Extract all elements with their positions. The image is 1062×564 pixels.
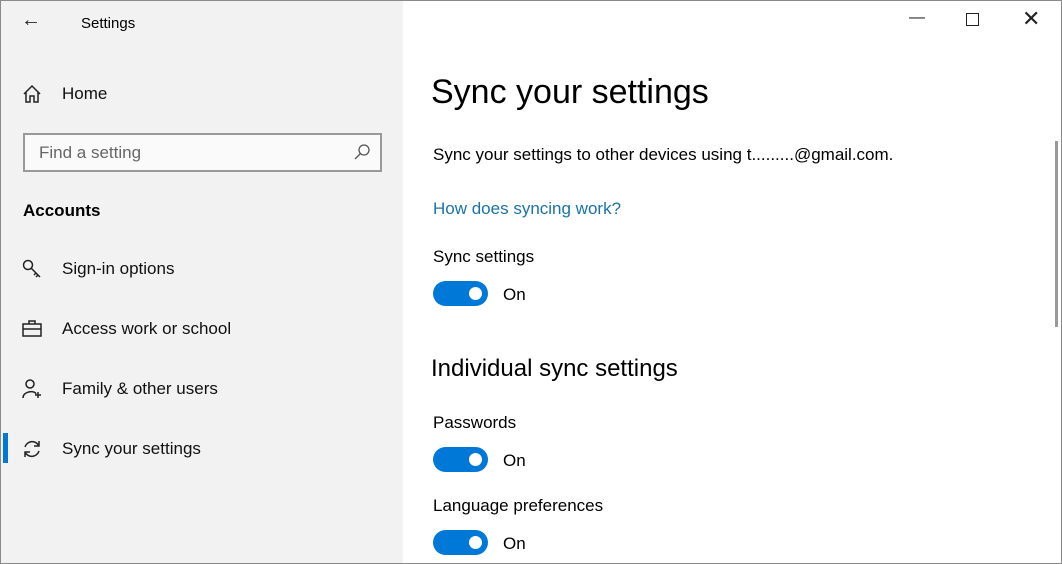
sidebar-item-label: Access work or school xyxy=(62,319,232,338)
sync-settings-toggle[interactable] xyxy=(433,281,488,306)
selected-indicator xyxy=(3,433,8,463)
section-heading: Accounts xyxy=(23,201,101,220)
sync-description: Sync your settings to other devices usin… xyxy=(433,145,894,164)
scrollbar[interactable] xyxy=(1055,141,1058,327)
sync-icon xyxy=(24,440,40,458)
passwords-state: On xyxy=(503,451,526,470)
language-preferences-toggle[interactable] xyxy=(433,530,488,555)
sidebar-item-sign-in-options[interactable]: Sign-in options xyxy=(21,258,174,280)
search-input[interactable]: Find a setting xyxy=(23,133,382,172)
back-arrow-icon[interactable]: ← xyxy=(21,9,41,32)
language-preferences-label: Language preferences xyxy=(433,496,604,515)
close-button[interactable]: ✕ xyxy=(1022,6,1040,32)
sidebar: ← Settings Home Find a setting Accounts … xyxy=(1,1,403,563)
how-syncing-works-link[interactable]: How does syncing work? xyxy=(433,199,621,219)
key-icon xyxy=(22,259,41,278)
search-icon xyxy=(354,144,370,160)
sync-settings-label: Sync settings xyxy=(433,247,535,266)
passwords-toggle[interactable] xyxy=(433,447,488,472)
main-content: — ✕ Sync your settings Sync your setting… xyxy=(403,1,1061,563)
sidebar-item-access-work[interactable]: Access work or school xyxy=(21,318,231,340)
sidebar-item-label: Sign-in options xyxy=(62,259,175,278)
section-heading: Individual sync settings xyxy=(431,355,678,382)
window-title: Settings xyxy=(81,15,136,32)
sync-settings-state: On xyxy=(503,285,526,304)
sidebar-item-label: Family & other users xyxy=(62,379,218,398)
passwords-label: Passwords xyxy=(433,413,517,432)
sidebar-item-family[interactable]: Family & other users xyxy=(21,378,218,400)
language-preferences-state: On xyxy=(503,534,526,553)
home-icon xyxy=(23,84,41,103)
maximize-button[interactable] xyxy=(966,13,979,26)
sidebar-item-label: Sync your settings xyxy=(62,439,201,458)
sidebar-item-sync[interactable]: Sync your settings xyxy=(21,438,201,460)
search-placeholder: Find a setting xyxy=(39,143,142,162)
minimize-button[interactable]: — xyxy=(909,9,925,27)
briefcase-icon xyxy=(22,320,42,337)
page-title: Sync your settings xyxy=(431,73,709,111)
person-add-icon xyxy=(22,379,41,399)
home-label: Home xyxy=(62,84,108,103)
sidebar-item-home[interactable]: Home xyxy=(21,83,107,105)
settings-window: ← Settings Home Find a setting Accounts … xyxy=(0,0,1062,564)
